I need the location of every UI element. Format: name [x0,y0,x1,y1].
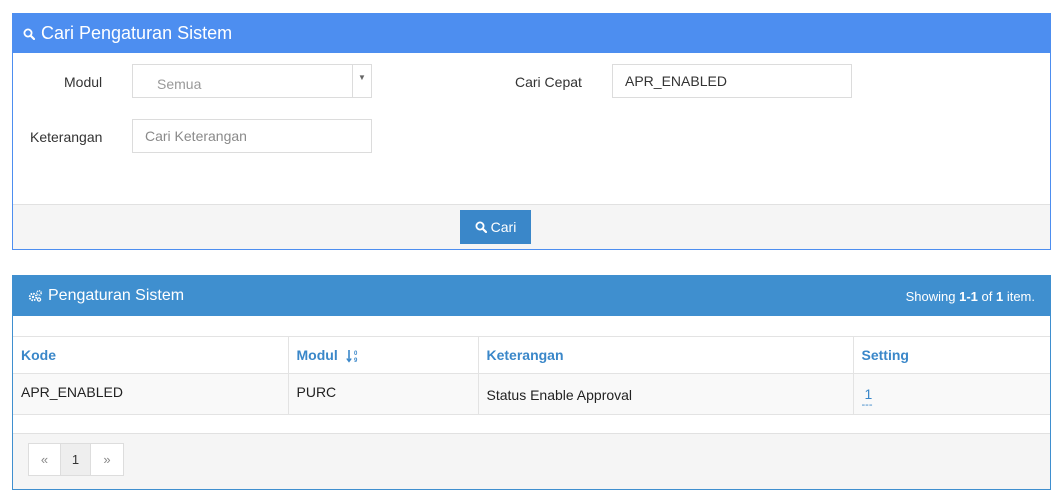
settings-table: Kode Modul 0 9 Keterangan Setting APR_EN… [13,336,1050,415]
summary-prefix: Showing [905,288,960,304]
cari-cepat-label: Cari Cepat [515,74,582,90]
modul-select-value: Semua [157,76,202,92]
pagination: « 1 » [28,443,124,476]
summary-range: 1-1 [959,288,978,304]
cari-cepat-value: APR_ENABLED [625,73,727,89]
search-panel-footer: Cari [13,204,1050,249]
summary-of: of [977,288,996,304]
search-panel: Cari Pengaturan Sistem Modul Semua ▼ Car… [12,13,1051,250]
column-header-keterangan[interactable]: Keterangan [477,336,854,374]
pagination-prev-button[interactable]: « [28,443,61,476]
search-icon [475,221,487,233]
svg-text:0: 0 [354,351,358,357]
keterangan-input[interactable]: Cari Keterangan [132,119,372,153]
search-button-label: Cari [490,219,517,235]
result-panel-title: Pengaturan Sistem [48,287,185,304]
keterangan-label: Keterangan [30,129,103,145]
chevron-down-icon[interactable]: ▼ [352,65,371,97]
cell-kode: APR_ENABLED [13,373,289,415]
summary-suffix: item. [1003,288,1035,304]
column-header-kode[interactable]: Kode [13,336,289,374]
cell-modul: PURC [287,373,479,415]
sort-numeric-icon[interactable]: 0 9 [345,349,360,363]
column-header-modul[interactable]: Modul 0 9 [287,336,479,374]
modul-select[interactable]: Semua ▼ [132,64,372,98]
table-row: APR_ENABLED PURC Status Enable Approval … [13,373,1050,415]
gears-icon [28,290,42,302]
result-panel-header: Pengaturan Sistem Showing 1-1 of 1 item. [13,276,1050,316]
pagination-page-1[interactable]: 1 [60,443,91,476]
setting-subtext: --- [861,399,873,411]
column-header-modul-label: Modul [296,346,338,363]
svg-text:9: 9 [354,358,358,363]
result-summary: Showing 1-1 of 1 item. [906,289,1035,304]
pagination-next-button[interactable]: » [90,443,124,476]
column-header-setting[interactable]: Setting [852,336,1050,374]
result-panel: Pengaturan Sistem Showing 1-1 of 1 item.… [12,275,1051,490]
search-icon [23,28,35,40]
result-panel-footer: « 1 » [13,433,1050,489]
table-header-row: Kode Modul 0 9 Keterangan Setting [13,336,1050,374]
search-button[interactable]: Cari [460,210,531,244]
keterangan-placeholder: Cari Keterangan [145,128,247,144]
cell-keterangan: Status Enable Approval [477,373,854,415]
search-panel-header: Cari Pengaturan Sistem [13,14,1050,53]
modul-label: Modul [64,74,103,90]
search-panel-title: Cari Pengaturan Sistem [41,23,233,43]
cari-cepat-input[interactable]: APR_ENABLED [612,64,852,98]
cell-setting: 1 --- [852,373,1050,415]
